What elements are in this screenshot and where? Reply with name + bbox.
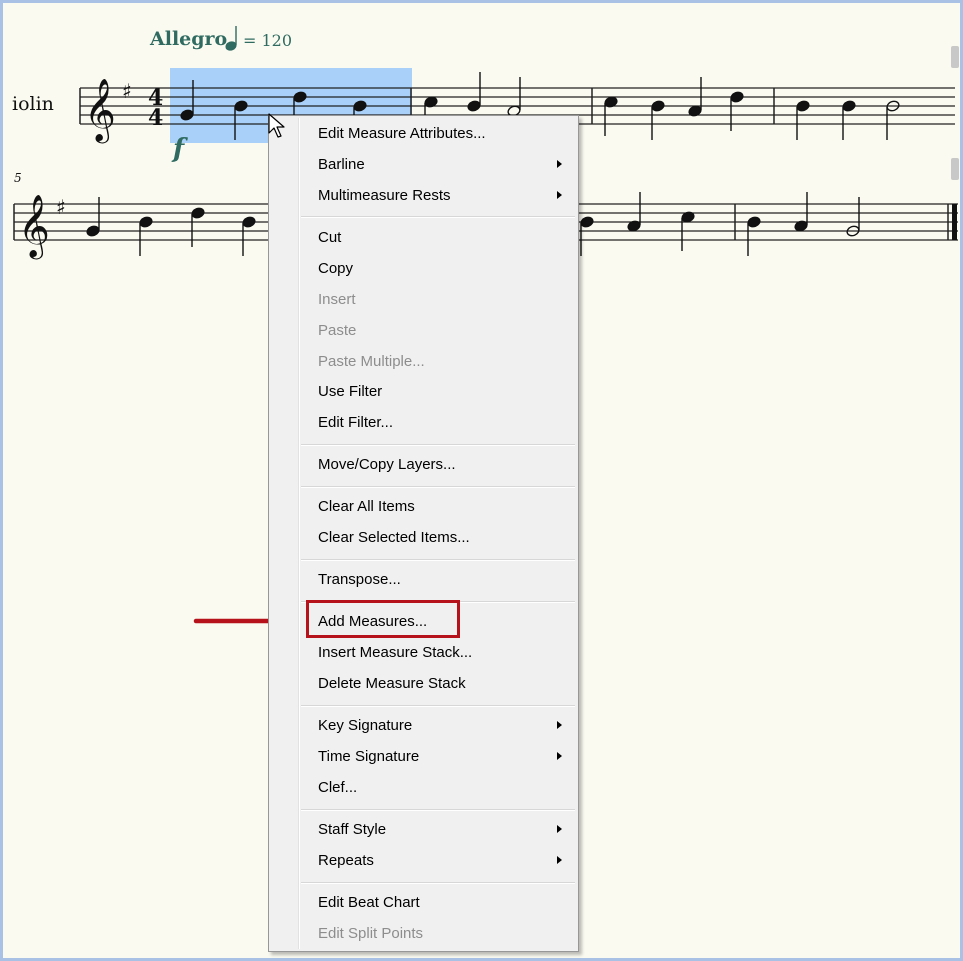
- menu-item-edit-beat-chart[interactable]: Edit Beat Chart: [271, 888, 576, 917]
- menu-item-delete-measure-stack[interactable]: Delete Measure Stack: [271, 669, 576, 698]
- submenu-arrow-icon: [557, 825, 562, 833]
- context-menu: Edit Measure Attributes... Barline Multi…: [268, 115, 579, 952]
- menu-item-repeats[interactable]: Repeats: [271, 846, 576, 875]
- menu-item-multimeasure-rests[interactable]: Multimeasure Rests: [271, 181, 576, 210]
- menu-item-edit-measure-attributes[interactable]: Edit Measure Attributes...: [271, 119, 576, 148]
- submenu-arrow-icon: [557, 752, 562, 760]
- menu-item-label: Clear All Items: [318, 498, 415, 515]
- menu-item-use-filter[interactable]: Use Filter: [271, 377, 576, 406]
- menu-item-clef[interactable]: Clef...: [271, 773, 576, 802]
- menu-item-paste-multiple: Paste Multiple...: [271, 347, 576, 376]
- menu-item-insert-measure-stack[interactable]: Insert Measure Stack...: [271, 638, 576, 667]
- submenu-arrow-icon: [557, 856, 562, 864]
- menu-item-label: Barline: [318, 156, 365, 173]
- tempo-marking: Allegro: [150, 28, 228, 50]
- menu-item-time-signature[interactable]: Time Signature: [271, 742, 576, 771]
- menu-item-label: Copy: [318, 260, 354, 277]
- menu-item-cut[interactable]: Cut: [271, 223, 576, 252]
- menu-item-barline[interactable]: Barline: [271, 150, 576, 179]
- annotation-highlight-box: [306, 600, 460, 638]
- menu-item-label: Edit Split Points: [318, 925, 424, 942]
- menu-item-staff-style[interactable]: Staff Style: [271, 815, 576, 844]
- submenu-arrow-icon: [557, 191, 562, 199]
- sharp-icon-2: ♯: [56, 195, 66, 219]
- menu-item-label: Repeats: [318, 852, 374, 869]
- time-signature-bottom: 4: [148, 105, 163, 131]
- menu-item-paste: Paste: [271, 316, 576, 345]
- menu-item-label: Insert Measure Stack...: [318, 644, 473, 661]
- menu-separator: [301, 882, 575, 884]
- menu-item-label: Multimeasure Rests: [318, 187, 451, 204]
- scroll-handle-bottom[interactable]: [951, 158, 959, 180]
- submenu-arrow-icon: [557, 721, 562, 729]
- menu-separator: [301, 486, 575, 488]
- menu-item-key-signature[interactable]: Key Signature: [271, 711, 576, 740]
- menu-item-clear-all-items[interactable]: Clear All Items: [271, 492, 576, 521]
- dynamic-marking: f: [173, 134, 185, 164]
- menu-item-label: Cut: [318, 229, 342, 246]
- tempo-value: = 120: [243, 31, 293, 50]
- final-barline: [952, 204, 957, 240]
- menu-item-label: Clear Selected Items...: [318, 529, 470, 546]
- menu-item-label: Insert: [318, 291, 356, 308]
- treble-clef-icon-2: 𝄞: [18, 194, 50, 260]
- menu-item-label: Staff Style: [318, 821, 387, 838]
- menu-separator: [301, 809, 575, 811]
- menu-item-label: Time Signature: [318, 748, 420, 765]
- submenu-arrow-icon: [557, 160, 562, 168]
- menu-item-edit-split-points: Edit Split Points: [271, 919, 576, 948]
- menu-item-label: Edit Measure Attributes...: [318, 125, 486, 142]
- menu-item-label: Edit Beat Chart: [318, 894, 420, 911]
- menu-separator: [301, 216, 575, 218]
- menu-item-label: Move/Copy Layers...: [318, 456, 456, 473]
- menu-item-label: Transpose...: [318, 571, 401, 588]
- menu-item-label: Key Signature: [318, 717, 413, 734]
- menu-item-move-copy-layers[interactable]: Move/Copy Layers...: [271, 450, 576, 479]
- menu-item-label: Clef...: [318, 779, 358, 796]
- menu-item-label: Paste Multiple...: [318, 353, 425, 370]
- menu-item-label: Use Filter: [318, 383, 383, 400]
- menu-separator: [301, 705, 575, 707]
- instrument-name: iolin: [12, 93, 54, 115]
- menu-item-copy[interactable]: Copy: [271, 254, 576, 283]
- treble-clef-icon: 𝄞: [84, 78, 116, 144]
- menu-item-label: Delete Measure Stack: [318, 675, 466, 692]
- menu-item-label: Edit Filter...: [318, 414, 394, 431]
- menu-separator: [301, 559, 575, 561]
- measure-number: 5: [14, 171, 22, 185]
- menu-item-transpose[interactable]: Transpose...: [271, 565, 576, 594]
- menu-item-insert: Insert: [271, 285, 576, 314]
- menu-item-label: Paste: [318, 322, 357, 339]
- menu-separator: [301, 444, 575, 446]
- mouse-cursor-icon: [268, 113, 285, 138]
- menu-item-edit-filter[interactable]: Edit Filter...: [271, 408, 576, 437]
- sharp-icon: ♯: [122, 79, 132, 103]
- scroll-handle-top[interactable]: [951, 46, 959, 68]
- menu-item-clear-selected-items[interactable]: Clear Selected Items...: [271, 523, 576, 552]
